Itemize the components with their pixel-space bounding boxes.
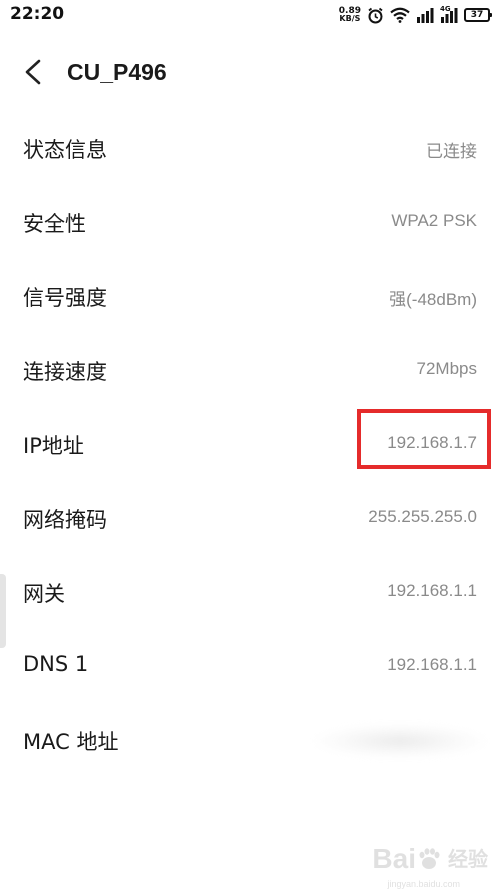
watermark-logo-text: Bai [372, 843, 416, 874]
mac-address-label: MAC 地址 [23, 730, 119, 754]
info-row-netmask: 网络掩码 255.255.255.0 [0, 480, 500, 554]
mac-address-redacted-value [315, 724, 485, 758]
info-row-signal: 信号强度 强(-48dBm) [0, 258, 500, 332]
watermark-logo: Bai [372, 843, 442, 875]
battery-icon: 37 [464, 8, 492, 22]
gateway-value: 192.168.1.1 [387, 581, 477, 600]
netmask-value: 255.255.255.0 [368, 507, 477, 526]
status-label: 状态信息 [23, 138, 107, 162]
link-speed-label: 连接速度 [23, 360, 107, 384]
edge-swipe-handle[interactable] [0, 574, 6, 648]
network-speed-unit: KB/S [339, 14, 361, 23]
back-button[interactable] [18, 57, 48, 87]
info-row-link-speed: 连接速度 72Mbps [0, 332, 500, 406]
link-speed-value: 72Mbps [416, 359, 477, 378]
info-row-gateway: 网关 192.168.1.1 [0, 554, 500, 628]
network-speed-indicator: 0.89 KB/S [339, 7, 361, 23]
chevron-left-icon [25, 59, 41, 85]
info-row-status: 状态信息 已连接 [0, 110, 500, 184]
ip-address-label: IP地址 [23, 434, 84, 458]
info-row-security: 安全性 WPA2 PSK [0, 184, 500, 258]
wifi-icon [390, 7, 410, 23]
info-row-dns1: DNS 1 192.168.1.1 [0, 628, 500, 702]
status-value: 已连接 [426, 142, 477, 161]
signal-strength-label: 信号强度 [23, 286, 107, 310]
dns1-value: 192.168.1.1 [387, 655, 477, 674]
dns1-label: DNS 1 [23, 652, 89, 676]
ip-highlight-box [357, 409, 491, 469]
alarm-clock-icon [367, 7, 384, 24]
signal-strength-icon [416, 7, 434, 23]
watermark-url: jingyan.baidu.com [387, 879, 460, 889]
status-time: 22:20 [10, 4, 65, 24]
baidu-jingyan-watermark: Bai 经验 [372, 843, 488, 875]
signal-strength-value: 强(-48dBm) [389, 290, 477, 309]
signal-4g-icon: 4G [440, 5, 458, 23]
status-icons: 0.89 KB/S 4G 37 [339, 4, 492, 26]
status-bar: 22:20 0.89 KB/S 4G 37 [0, 0, 500, 32]
gateway-label: 网关 [23, 582, 65, 606]
watermark-text: 经验 [448, 847, 488, 871]
info-row-mac-address: MAC 地址 [0, 702, 500, 776]
netmask-label: 网络掩码 [23, 508, 107, 532]
paw-icon [419, 848, 440, 869]
security-label: 安全性 [23, 212, 86, 236]
page-title: CU_P496 [67, 59, 167, 85]
security-value: WPA2 PSK [391, 211, 477, 230]
header: CU_P496 [0, 48, 500, 98]
